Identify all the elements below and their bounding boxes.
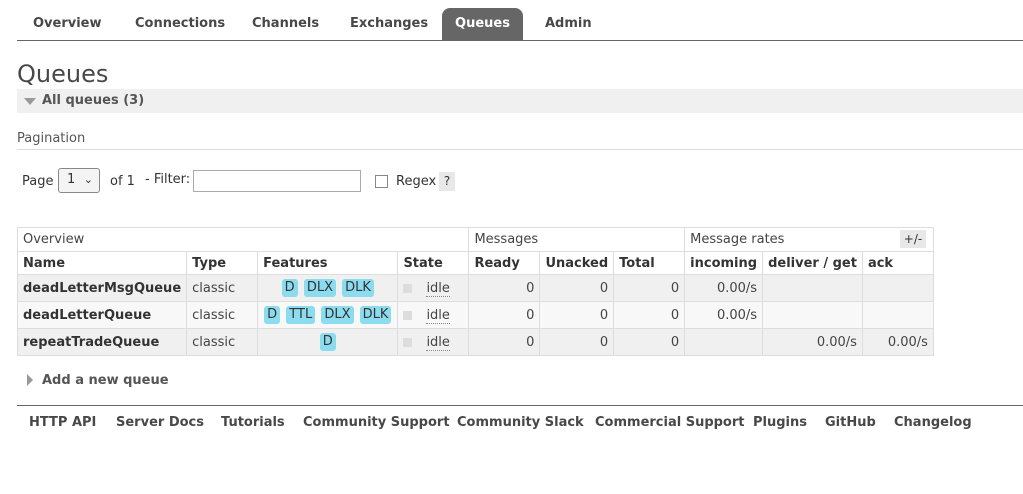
footer-link-plugins[interactable]: Plugins [753, 415, 807, 430]
feature-badge-dlk: DLK [359, 306, 392, 324]
unacked-count: 0 [539, 301, 615, 329]
main-navigation: Overview Connections Channels Exchanges … [17, 8, 1023, 41]
page-select-value: 1 [67, 172, 76, 187]
ack-rate [861, 274, 934, 302]
tab-exchanges[interactable]: Exchanges [334, 8, 444, 40]
state-indicator-icon [403, 337, 413, 347]
all-queues-section-header[interactable]: All queues (3) [17, 89, 1023, 113]
column-header-features: Features [257, 251, 399, 275]
column-header-total[interactable]: Total [613, 251, 686, 275]
group-header-message-rates: Message rates [684, 227, 934, 252]
column-header-incoming[interactable]: incoming [684, 251, 764, 275]
column-header-ready[interactable]: Ready [468, 251, 541, 275]
ack-rate [861, 301, 934, 329]
state-indicator-icon [403, 310, 413, 320]
column-header-name[interactable]: Name [16, 251, 188, 275]
group-header-messages: Messages [468, 227, 686, 252]
tab-admin[interactable]: Admin [529, 8, 608, 40]
column-header-type[interactable]: Type [186, 251, 259, 275]
table-row: repeatTradeQueue classic D idle 0 0 0 0.… [16, 328, 934, 356]
footer-link-http-api[interactable]: HTTP API [29, 415, 96, 430]
feature-badge-ttl: TTL [286, 306, 316, 324]
page-select[interactable]: 1 ⌄ [58, 168, 100, 193]
feature-badge-durable: D [281, 279, 298, 297]
footer-link-community-slack[interactable]: Community Slack [457, 415, 584, 430]
column-header-state[interactable]: State [397, 251, 470, 275]
filter-input[interactable] [193, 170, 361, 192]
deliver-get-rate [762, 301, 863, 329]
page-title: Queues [17, 60, 109, 88]
unacked-count: 0 [539, 328, 615, 356]
incoming-rate: 0.00/s [684, 301, 764, 329]
feature-badge-dlx: DLX [321, 306, 354, 324]
add-queue-section-header[interactable]: Add a new queue [17, 371, 317, 391]
column-header-deliver-get[interactable]: deliver / get [762, 251, 863, 275]
footer-link-community-support[interactable]: Community Support [303, 415, 450, 430]
state-indicator-icon [403, 283, 413, 293]
ack-rate: 0.00/s [861, 328, 934, 356]
total-count: 0 [613, 274, 686, 302]
queues-table: Overview Messages Message rates Name Typ… [16, 227, 934, 356]
queue-type: classic [186, 328, 259, 356]
unacked-count: 0 [539, 274, 615, 302]
regex-help-button[interactable]: ? [439, 172, 455, 191]
tab-overview[interactable]: Overview [17, 8, 118, 40]
page-label: Page [22, 174, 54, 189]
collapse-triangle-icon [24, 98, 36, 105]
column-header-unacked[interactable]: Unacked [539, 251, 615, 275]
deliver-get-rate [762, 274, 863, 302]
ready-count: 0 [468, 301, 541, 329]
deliver-get-rate: 0.00/s [762, 328, 863, 356]
columns-toggle-button[interactable]: +/- [900, 230, 926, 248]
queue-state: idle [397, 274, 470, 302]
ready-count: 0 [468, 274, 541, 302]
total-count: 0 [613, 328, 686, 356]
pagination-heading: Pagination [17, 131, 86, 146]
group-header-overview: Overview [16, 227, 470, 252]
table-row: deadLetterQueue classic D TTL DLX DLK id… [16, 301, 934, 329]
feature-badge-dlx: DLX [303, 279, 336, 297]
table-row: deadLetterMsgQueue classic D DLX DLK idl… [16, 274, 934, 302]
feature-badge-durable: D [319, 333, 336, 351]
add-queue-label: Add a new queue [42, 373, 169, 388]
queue-type: classic [186, 274, 259, 302]
queue-name-link[interactable]: deadLetterQueue [16, 301, 188, 329]
queue-type: classic [186, 301, 259, 329]
page-count-label: of 1 [110, 174, 135, 189]
chevron-down-icon: ⌄ [83, 173, 93, 186]
feature-badge-durable: D [264, 306, 281, 324]
incoming-rate [684, 328, 764, 356]
state-text: idle [426, 307, 450, 324]
state-text: idle [426, 334, 450, 351]
queue-features: D DLX DLK [257, 274, 399, 302]
queue-features: D TTL DLX DLK [257, 301, 399, 329]
tab-channels[interactable]: Channels [236, 8, 335, 40]
queue-name-link[interactable]: repeatTradeQueue [16, 328, 188, 356]
footer-link-server-docs[interactable]: Server Docs [116, 415, 204, 430]
filter-label: - Filter: [145, 172, 191, 187]
queue-features: D [257, 328, 399, 356]
column-header-ack[interactable]: ack [861, 251, 934, 275]
footer-link-changelog[interactable]: Changelog [894, 415, 972, 430]
ready-count: 0 [468, 328, 541, 356]
queue-state: idle [397, 301, 470, 329]
expand-triangle-icon [27, 374, 33, 386]
pagination-divider [17, 149, 1023, 150]
footer-link-tutorials[interactable]: Tutorials [221, 415, 285, 430]
total-count: 0 [613, 301, 686, 329]
footer-link-github[interactable]: GitHub [825, 415, 876, 430]
section-title: All queues (3) [42, 93, 145, 108]
queue-state: idle [397, 328, 470, 356]
queue-name-link[interactable]: deadLetterMsgQueue [16, 274, 188, 302]
regex-checkbox[interactable] [375, 175, 388, 188]
state-text: idle [426, 280, 450, 297]
feature-badge-dlk: DLK [342, 279, 374, 297]
incoming-rate: 0.00/s [684, 274, 764, 302]
footer: HTTP API Server Docs Tutorials Community… [17, 405, 1023, 446]
regex-label: Regex [396, 174, 437, 189]
tab-queues[interactable]: Queues [442, 8, 523, 40]
tab-connections[interactable]: Connections [119, 8, 241, 40]
footer-link-commercial-support[interactable]: Commercial Support [595, 415, 745, 430]
